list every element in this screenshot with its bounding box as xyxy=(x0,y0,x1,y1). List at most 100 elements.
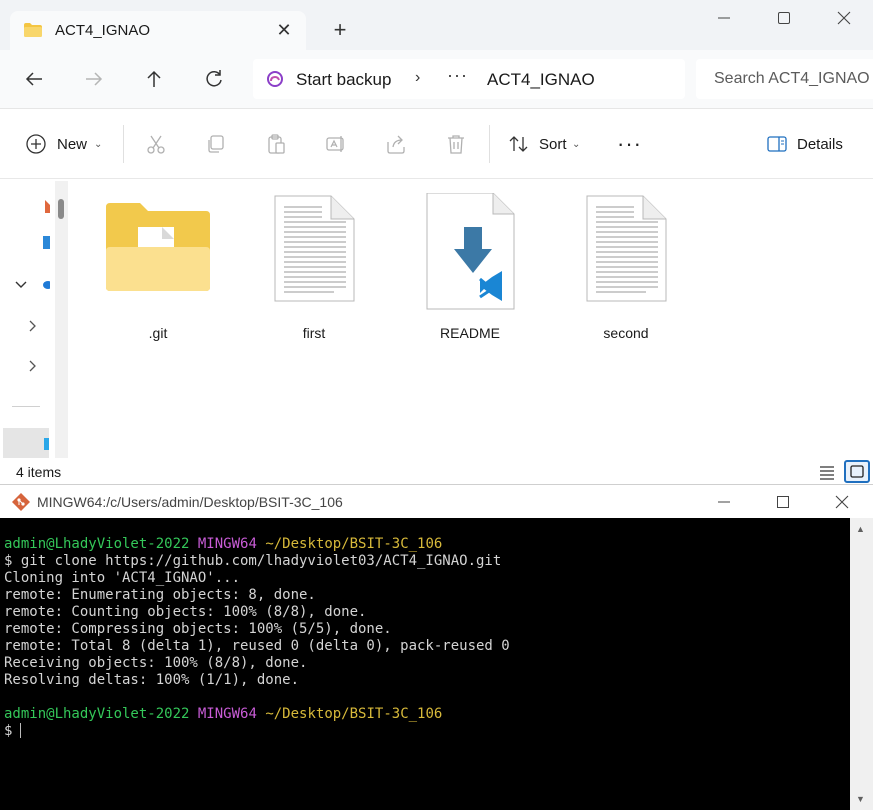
terminal-output[interactable]: admin@LhadyViolet-2022 MINGW64 ~/Desktop… xyxy=(0,518,850,810)
scroll-down-icon[interactable]: ▼ xyxy=(856,794,865,804)
address-bar: Start backup › ··· ACT4_IGNAO Search ACT… xyxy=(0,50,873,109)
gallery-icon[interactable] xyxy=(40,235,50,251)
tiles-view-icon xyxy=(850,465,864,478)
nav-scrollbar[interactable] xyxy=(55,181,68,458)
minimize-button[interactable] xyxy=(704,489,744,515)
output-line: remote: Enumerating objects: 8, done. xyxy=(4,587,316,603)
plus-circle-icon xyxy=(26,134,46,154)
refresh-icon xyxy=(206,70,222,87)
breadcrumb[interactable]: Start backup › ··· ACT4_IGNAO xyxy=(253,59,685,99)
chevron-right-icon[interactable] xyxy=(27,319,37,333)
prompt-symbol: $ xyxy=(4,723,13,739)
back-button[interactable] xyxy=(18,63,50,95)
prompt-user: admin@LhadyViolet-2022 xyxy=(4,536,190,552)
file-explorer-window: ACT4_IGNAO ✕ + Start backup › ··· ACT4_I… xyxy=(0,0,873,484)
search-placeholder: Search ACT4_IGNAO xyxy=(714,70,870,87)
file-item-first[interactable]: first xyxy=(254,193,374,341)
navigation-pane xyxy=(0,179,72,458)
arrow-left-icon xyxy=(25,72,42,86)
large-icons-view-button[interactable] xyxy=(844,460,870,483)
command-bar: New ⌄ Sort ⌄ ··· Details xyxy=(0,109,873,179)
refresh-button[interactable] xyxy=(198,63,230,95)
close-window-button[interactable] xyxy=(822,489,862,515)
up-button[interactable] xyxy=(138,63,170,95)
file-name: first xyxy=(302,325,326,341)
onedrive-backup-icon xyxy=(267,71,283,87)
breadcrumb-start-backup[interactable]: Start backup xyxy=(296,70,391,90)
terminal-title: MINGW64:/c/Users/admin/Desktop/BSIT-3C_1… xyxy=(37,494,343,510)
file-name: .git xyxy=(148,325,168,341)
tab-act4-ignao[interactable]: ACT4_IGNAO ✕ xyxy=(10,11,306,50)
close-icon xyxy=(835,495,849,509)
search-input[interactable]: Search ACT4_IGNAO xyxy=(696,59,873,99)
prompt-user: admin@LhadyViolet-2022 xyxy=(4,706,190,722)
delete-icon[interactable] xyxy=(445,133,467,155)
git-bash-window: MINGW64:/c/Users/admin/Desktop/BSIT-3C_1… xyxy=(0,484,873,810)
chevron-down-icon: ⌄ xyxy=(94,139,103,150)
chevron-down-icon: ⌄ xyxy=(572,139,581,150)
nav-item-selected[interactable] xyxy=(3,428,49,458)
close-icon xyxy=(837,11,851,25)
paste-icon[interactable] xyxy=(265,133,287,155)
toolbar-divider xyxy=(123,125,124,163)
terminal-title-bar: MINGW64:/c/Users/admin/Desktop/BSIT-3C_1… xyxy=(0,484,873,518)
new-tab-button[interactable]: + xyxy=(328,18,352,42)
text-file-icon xyxy=(274,195,355,302)
close-window-button[interactable] xyxy=(824,6,864,32)
file-item-second[interactable]: second xyxy=(566,193,686,341)
prompt-env: MINGW64 xyxy=(197,536,257,552)
nav-divider xyxy=(12,406,40,407)
close-tab-icon[interactable]: ✕ xyxy=(273,19,295,41)
arrow-right-icon xyxy=(86,72,103,86)
status-bar: 4 items xyxy=(0,458,873,484)
maximize-icon xyxy=(778,12,790,24)
file-item-readme[interactable]: README xyxy=(410,193,530,341)
chevron-down-icon[interactable] xyxy=(15,280,27,290)
onedrive-icon[interactable] xyxy=(40,279,50,291)
details-view-icon[interactable] xyxy=(817,463,837,481)
arrow-up-icon xyxy=(147,70,161,87)
item-count: 4 items xyxy=(16,464,62,480)
output-line: Cloning into 'ACT4_IGNAO'... xyxy=(4,570,241,586)
file-name: README xyxy=(440,325,500,341)
text-file-icon xyxy=(586,195,667,302)
breadcrumb-separator[interactable]: › xyxy=(415,69,420,87)
output-line: Resolving deltas: 100% (1/1), done. xyxy=(4,672,300,688)
chevron-right-icon[interactable] xyxy=(27,359,37,373)
maximize-icon xyxy=(777,496,789,508)
folder-icon xyxy=(24,23,42,37)
tab-bar: ACT4_IGNAO ✕ + xyxy=(0,0,873,50)
output-line: remote: Counting objects: 100% (8/8), do… xyxy=(4,604,367,620)
minimize-icon xyxy=(718,501,730,503)
file-list: .git first README second xyxy=(72,179,873,458)
breadcrumb-folder[interactable]: ACT4_IGNAO xyxy=(487,70,595,90)
desktop-icon xyxy=(44,438,49,450)
cut-icon[interactable] xyxy=(145,133,167,155)
sort-label: Sort xyxy=(539,136,567,153)
home-icon[interactable] xyxy=(40,199,50,213)
breadcrumb-more[interactable]: ··· xyxy=(447,65,468,86)
minimize-button[interactable] xyxy=(704,6,744,32)
forward-button[interactable] xyxy=(78,63,110,95)
sort-icon xyxy=(509,136,528,152)
output-line: remote: Total 8 (delta 1), reused 0 (del… xyxy=(4,638,510,654)
share-icon[interactable] xyxy=(385,133,407,155)
copy-icon[interactable] xyxy=(205,133,227,155)
nav-scrollbar-thumb[interactable] xyxy=(58,199,64,219)
maximize-button[interactable] xyxy=(764,6,804,32)
git-bash-icon xyxy=(12,493,30,511)
tab-label: ACT4_IGNAO xyxy=(55,22,151,39)
details-label: Details xyxy=(797,136,843,153)
output-line: remote: Compressing objects: 100% (5/5),… xyxy=(4,621,392,637)
terminal-scrollbar[interactable]: ▲ ▼ xyxy=(850,518,873,810)
see-more-button[interactable]: ··· xyxy=(617,131,642,157)
prompt-env: MINGW64 xyxy=(197,706,257,722)
text-cursor xyxy=(20,723,22,738)
prompt-path: ~/Desktop/BSIT-3C_106 xyxy=(265,536,443,552)
file-name: second xyxy=(603,325,649,341)
maximize-button[interactable] xyxy=(763,489,803,515)
file-item-git-folder[interactable]: .git xyxy=(98,193,218,341)
rename-icon[interactable] xyxy=(325,133,347,155)
markdown-file-icon xyxy=(426,193,515,310)
scroll-up-icon[interactable]: ▲ xyxy=(856,524,865,534)
